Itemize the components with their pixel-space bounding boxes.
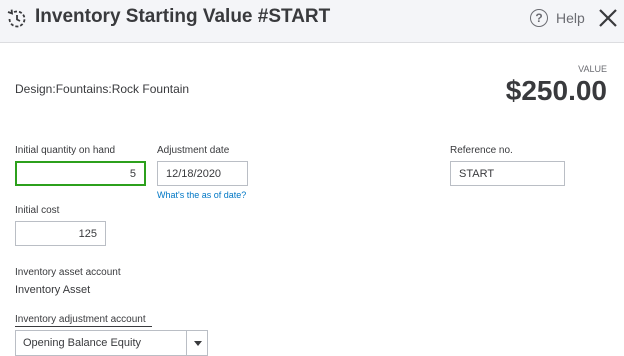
item-name: Design:Fountains:Rock Fountain [15, 82, 190, 96]
value-amount: $250.00 [505, 75, 607, 106]
value-label: VALUE [578, 64, 607, 74]
adjustment-account-label: Inventory adjustment account [15, 314, 146, 325]
reference-input[interactable] [450, 161, 565, 186]
chevron-down-icon[interactable] [194, 341, 202, 346]
asset-account-value: Inventory Asset [15, 284, 91, 296]
label-underline [15, 326, 152, 327]
initial-cost-label: Initial cost [15, 205, 60, 216]
close-icon[interactable] [596, 6, 620, 30]
quantity-label: Initial quantity on hand [15, 145, 116, 156]
dialog-header: Inventory Starting Value #START ? Help [0, 0, 624, 43]
as-of-date-link[interactable]: What's the as of date? [157, 190, 246, 200]
quantity-input[interactable] [15, 161, 146, 186]
adjustment-date-label: Adjustment date [157, 145, 230, 156]
reference-label: Reference no. [450, 145, 513, 156]
adjustment-account-select[interactable]: Opening Balance Equity [15, 330, 208, 356]
adjustment-account-value: Opening Balance Equity [23, 337, 142, 349]
help-circle-icon: ? [530, 9, 548, 27]
select-divider [186, 331, 187, 355]
dialog-title: Inventory Starting Value #START [35, 6, 331, 27]
help-button[interactable]: ? Help [530, 7, 585, 29]
adjustment-date-input[interactable] [157, 161, 248, 186]
history-clock-icon[interactable] [5, 7, 29, 31]
asset-account-label: Inventory asset account [15, 267, 121, 278]
initial-cost-input[interactable] [15, 221, 106, 246]
help-label: Help [556, 10, 585, 26]
